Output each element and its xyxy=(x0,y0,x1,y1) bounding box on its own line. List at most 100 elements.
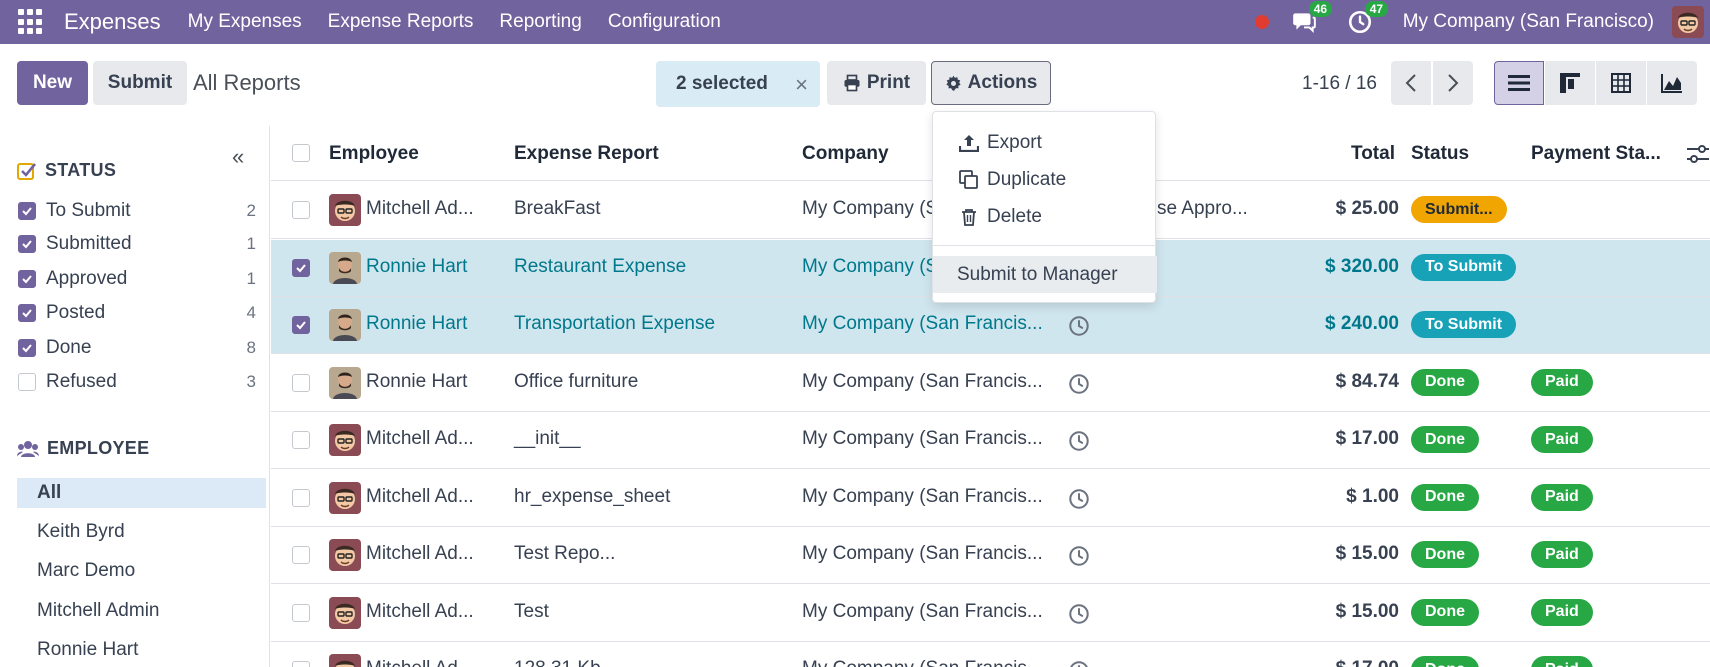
user-avatar[interactable] xyxy=(1672,6,1704,38)
column-employee[interactable]: Employee xyxy=(329,143,419,165)
checkbox-checked-icon[interactable] xyxy=(18,339,36,357)
collapse-sidebar-icon[interactable]: « xyxy=(232,144,244,170)
payment-status-badge: Paid xyxy=(1531,368,1593,396)
cell-total: $ 15.00 xyxy=(1335,543,1399,564)
recording-indicator-icon[interactable] xyxy=(1254,15,1269,29)
payment-status-badge: Paid xyxy=(1531,656,1593,667)
employee-avatar xyxy=(329,251,361,284)
cell-employee: Mitchell Ad... xyxy=(366,600,474,622)
employee-filter-mitchell-admin[interactable]: Mitchell Admin xyxy=(17,596,266,626)
filter-to-submit[interactable]: To Submit 2 xyxy=(18,196,256,226)
navbar-systray: 46 47 My Company (San Francisco) xyxy=(1254,0,1710,44)
cell-company: My Company (San Francis... xyxy=(802,600,1043,622)
pivot-view-button[interactable] xyxy=(1596,61,1646,105)
checkbox-checked-icon[interactable] xyxy=(18,202,36,220)
pager-previous-button[interactable] xyxy=(1391,61,1431,105)
list-view-button[interactable] xyxy=(1494,61,1544,105)
employee-filter-all[interactable]: All xyxy=(17,478,266,508)
column-total[interactable]: Total xyxy=(1351,143,1395,165)
activity-clock-icon[interactable]: 47 xyxy=(1347,1,1389,35)
search-panel-sidebar: « STATUS To Submit 2 Submitted 1 Approve… xyxy=(0,126,270,667)
menu-reporting[interactable]: Reporting xyxy=(486,11,594,33)
clear-selection-icon[interactable]: × xyxy=(795,72,808,98)
action-delete[interactable]: Delete xyxy=(933,198,1157,235)
status-badge: Done xyxy=(1411,656,1479,667)
actions-button[interactable]: Actions xyxy=(931,61,1051,105)
table-row[interactable]: Mitchell Ad... hr_expense_sheet My Company… xyxy=(271,470,1710,527)
optional-columns-toggle-icon[interactable] xyxy=(1687,144,1709,170)
filter-posted[interactable]: Posted 4 xyxy=(18,298,256,328)
row-select-checkbox[interactable] xyxy=(292,201,310,219)
checkbox-unchecked-icon[interactable] xyxy=(18,373,36,391)
column-company[interactable]: Company xyxy=(802,143,889,165)
table-row[interactable]: Ronnie Hart Transportation Expense My Comp… xyxy=(271,297,1710,354)
row-select-checkbox[interactable] xyxy=(292,258,310,277)
cell-expense-report: BreakFast xyxy=(514,198,601,219)
graph-view-icon xyxy=(1661,74,1682,93)
activity-clock-icon[interactable] xyxy=(1068,660,1090,667)
cell-total: $ 17.00 xyxy=(1335,428,1399,449)
activities-count-badge: 47 xyxy=(1364,1,1389,17)
menu-configuration[interactable]: Configuration xyxy=(595,11,734,33)
employee-filter-ronnie-hart[interactable]: Ronnie Hart xyxy=(17,635,266,665)
row-select-checkbox[interactable] xyxy=(292,488,310,507)
pager-next-button[interactable] xyxy=(1433,61,1473,105)
action-duplicate[interactable]: Duplicate xyxy=(933,161,1157,198)
filter-submitted[interactable]: Submitted 1 xyxy=(18,229,256,259)
column-status[interactable]: Status xyxy=(1411,143,1469,165)
action-export[interactable]: Export xyxy=(933,124,1157,161)
pager-value[interactable]: 1-16 / 16 xyxy=(1302,73,1377,95)
row-select-checkbox[interactable] xyxy=(292,316,310,334)
action-submit-to-manager[interactable]: Submit to Manager xyxy=(933,256,1157,293)
table-row[interactable]: Mitchell Ad... 128.31 Kb My Company (San F… xyxy=(271,642,1710,667)
selected-count: 2 selected xyxy=(676,73,768,94)
activity-clock-icon[interactable] xyxy=(1068,603,1090,625)
column-payment-status[interactable]: Payment Sta... xyxy=(1531,143,1661,165)
table-row[interactable]: Mitchell Ad... Test My Company (San Franci… xyxy=(271,585,1710,642)
activity-clock-icon[interactable] xyxy=(1068,488,1090,510)
chevron-right-icon xyxy=(1448,74,1459,92)
employee-filter-keith-byrd[interactable]: Keith Byrd xyxy=(17,517,266,547)
filter-approved[interactable]: Approved 1 xyxy=(18,264,256,294)
row-select-checkbox[interactable] xyxy=(292,603,310,622)
row-select-checkbox[interactable] xyxy=(292,431,310,449)
app-brand[interactable]: Expenses xyxy=(64,9,161,35)
cell-expense-report: Test xyxy=(514,600,549,622)
company-switcher[interactable]: My Company (San Francisco) xyxy=(1403,11,1654,33)
new-button[interactable]: New xyxy=(17,61,88,105)
select-all-checkbox[interactable] xyxy=(292,144,310,162)
status-badge: Submit... xyxy=(1411,196,1507,223)
row-select-checkbox[interactable] xyxy=(292,661,310,667)
row-select-checkbox[interactable] xyxy=(292,546,310,564)
row-select-checkbox[interactable] xyxy=(292,373,310,392)
filter-refused[interactable]: Refused 3 xyxy=(18,367,256,397)
kanban-view-button[interactable] xyxy=(1545,61,1595,105)
employee-filter-marc-demo[interactable]: Marc Demo xyxy=(17,556,266,586)
cell-expense-report: hr_expense_sheet xyxy=(514,485,671,507)
activity-clock-icon[interactable] xyxy=(1068,430,1090,452)
cell-company: My Company (San Francis... xyxy=(802,428,1043,449)
activity-clock-icon[interactable] xyxy=(1068,545,1090,567)
activity-clock-icon[interactable] xyxy=(1068,315,1090,337)
menu-expense-reports[interactable]: Expense Reports xyxy=(315,11,487,33)
checkbox-checked-icon[interactable] xyxy=(18,304,36,322)
submit-button[interactable]: Submit xyxy=(93,61,187,105)
cell-total: $ 15.00 xyxy=(1335,600,1399,622)
table-row[interactable]: Mitchell Ad... Test Repo... My Company (Sa… xyxy=(271,527,1710,584)
chat-icon[interactable]: 46 xyxy=(1291,1,1333,35)
apps-grid-icon[interactable] xyxy=(18,9,44,35)
checkbox-checked-icon[interactable] xyxy=(18,270,36,288)
checkbox-checked-icon[interactable] xyxy=(18,235,36,253)
table-row[interactable]: Mitchell Ad... __init__ My Company (San Fr… xyxy=(271,412,1710,469)
activity-clock-icon[interactable] xyxy=(1068,373,1090,395)
graph-view-button[interactable] xyxy=(1647,61,1697,105)
table-row[interactable]: Ronnie Hart Office furniture My Company (S… xyxy=(271,355,1710,412)
menu-my-expenses[interactable]: My Expenses xyxy=(175,11,315,33)
employee-avatar xyxy=(329,309,361,341)
filter-done[interactable]: Done 8 xyxy=(18,333,256,363)
payment-status-badge: Paid xyxy=(1531,541,1593,568)
employee-avatar xyxy=(329,194,361,226)
print-button[interactable]: Print xyxy=(827,61,926,105)
column-expense-report[interactable]: Expense Report xyxy=(514,143,659,165)
cell-expense-report: Transportation Expense xyxy=(514,313,716,334)
